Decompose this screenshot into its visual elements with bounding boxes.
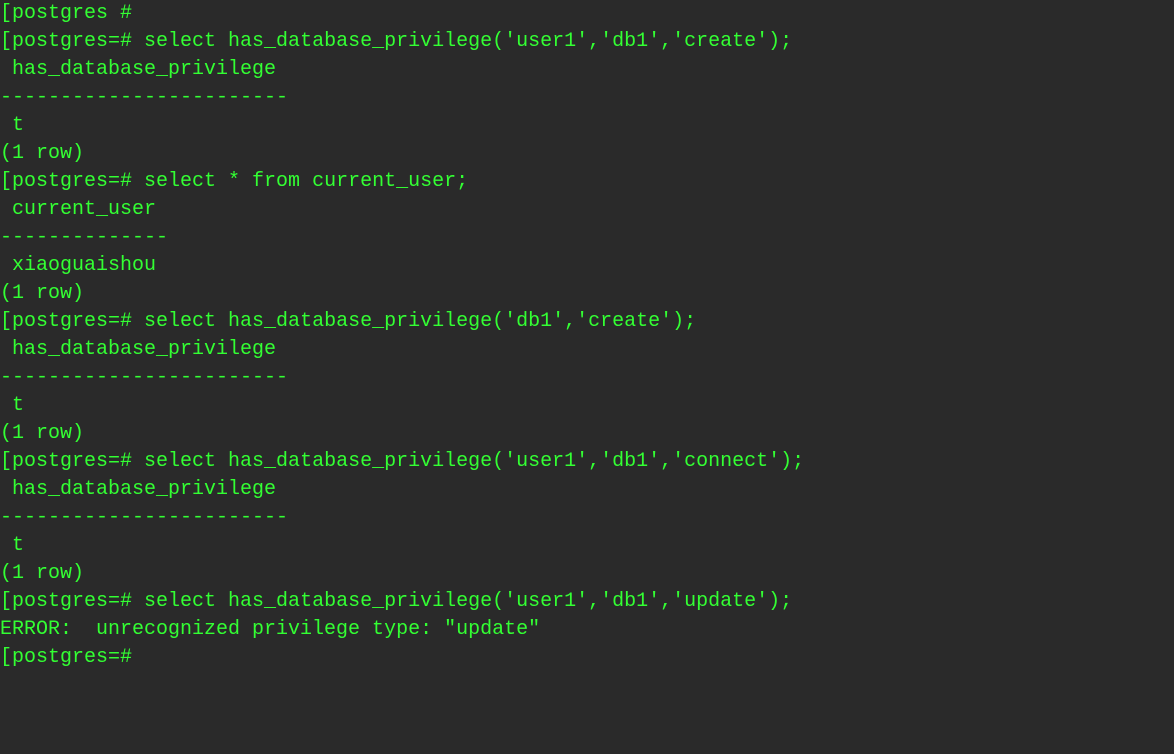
line-text: has_database_privilege: [0, 338, 276, 361]
terminal-line: (1 row): [0, 420, 1174, 448]
terminal-line: ------------------------: [0, 84, 1174, 112]
line-text: postgres #: [12, 2, 132, 25]
line-text: has_database_privilege: [0, 478, 276, 501]
line-prefix: [: [0, 590, 12, 613]
line-prefix: [: [0, 30, 12, 53]
line-text: postgres=# select has_database_privilege…: [12, 450, 804, 473]
line-text: ------------------------: [0, 86, 288, 109]
line-prefix: [: [0, 310, 12, 333]
terminal-line: (1 row): [0, 560, 1174, 588]
terminal-line: t: [0, 112, 1174, 140]
line-text: postgres=# select * from current_user;: [12, 170, 468, 193]
line-text: ------------------------: [0, 366, 288, 389]
line-text: xiaoguaishou: [0, 254, 156, 277]
terminal-line: [postgres=# select has_database_privileg…: [0, 308, 1174, 336]
terminal-line: (1 row): [0, 280, 1174, 308]
terminal-line: [postgres=# select has_database_privileg…: [0, 448, 1174, 476]
terminal-line: ------------------------: [0, 364, 1174, 392]
line-text: (1 row): [0, 142, 84, 165]
line-prefix: [: [0, 170, 12, 193]
line-prefix: [: [0, 2, 12, 25]
terminal-line: [postgres=# select has_database_privileg…: [0, 28, 1174, 56]
line-text: t: [0, 114, 24, 137]
line-text: (1 row): [0, 562, 84, 585]
line-text: --------------: [0, 226, 168, 249]
terminal-line: current_user: [0, 196, 1174, 224]
terminal-line: (1 row): [0, 140, 1174, 168]
terminal-line: --------------: [0, 224, 1174, 252]
line-text: current_user: [0, 198, 156, 221]
terminal-line: has_database_privilege: [0, 476, 1174, 504]
line-text: postgres=# select has_database_privilege…: [12, 310, 696, 333]
line-text: postgres=#: [12, 646, 132, 669]
terminal-output[interactable]: [postgres #[postgres=# select has_databa…: [0, 0, 1174, 672]
line-text: ------------------------: [0, 506, 288, 529]
line-text: t: [0, 394, 24, 417]
line-text: postgres=# select has_database_privilege…: [12, 590, 792, 613]
line-text: (1 row): [0, 422, 84, 445]
terminal-line: [postgres=# select * from current_user;: [0, 168, 1174, 196]
terminal-line: ------------------------: [0, 504, 1174, 532]
line-text: ERROR: unrecognized privilege type: "upd…: [0, 618, 540, 641]
terminal-line: t: [0, 532, 1174, 560]
line-text: postgres=# select has_database_privilege…: [12, 30, 792, 53]
line-prefix: [: [0, 646, 12, 669]
terminal-line: t: [0, 392, 1174, 420]
terminal-line: [postgres=# select has_database_privileg…: [0, 588, 1174, 616]
line-text: t: [0, 534, 24, 557]
terminal-line: has_database_privilege: [0, 56, 1174, 84]
terminal-line: has_database_privilege: [0, 336, 1174, 364]
terminal-line: [postgres #: [0, 0, 1174, 28]
terminal-line: xiaoguaishou: [0, 252, 1174, 280]
line-text: has_database_privilege: [0, 58, 276, 81]
terminal-line: ERROR: unrecognized privilege type: "upd…: [0, 616, 1174, 644]
line-prefix: [: [0, 450, 12, 473]
line-text: (1 row): [0, 282, 84, 305]
terminal-line: [postgres=#: [0, 644, 1174, 672]
